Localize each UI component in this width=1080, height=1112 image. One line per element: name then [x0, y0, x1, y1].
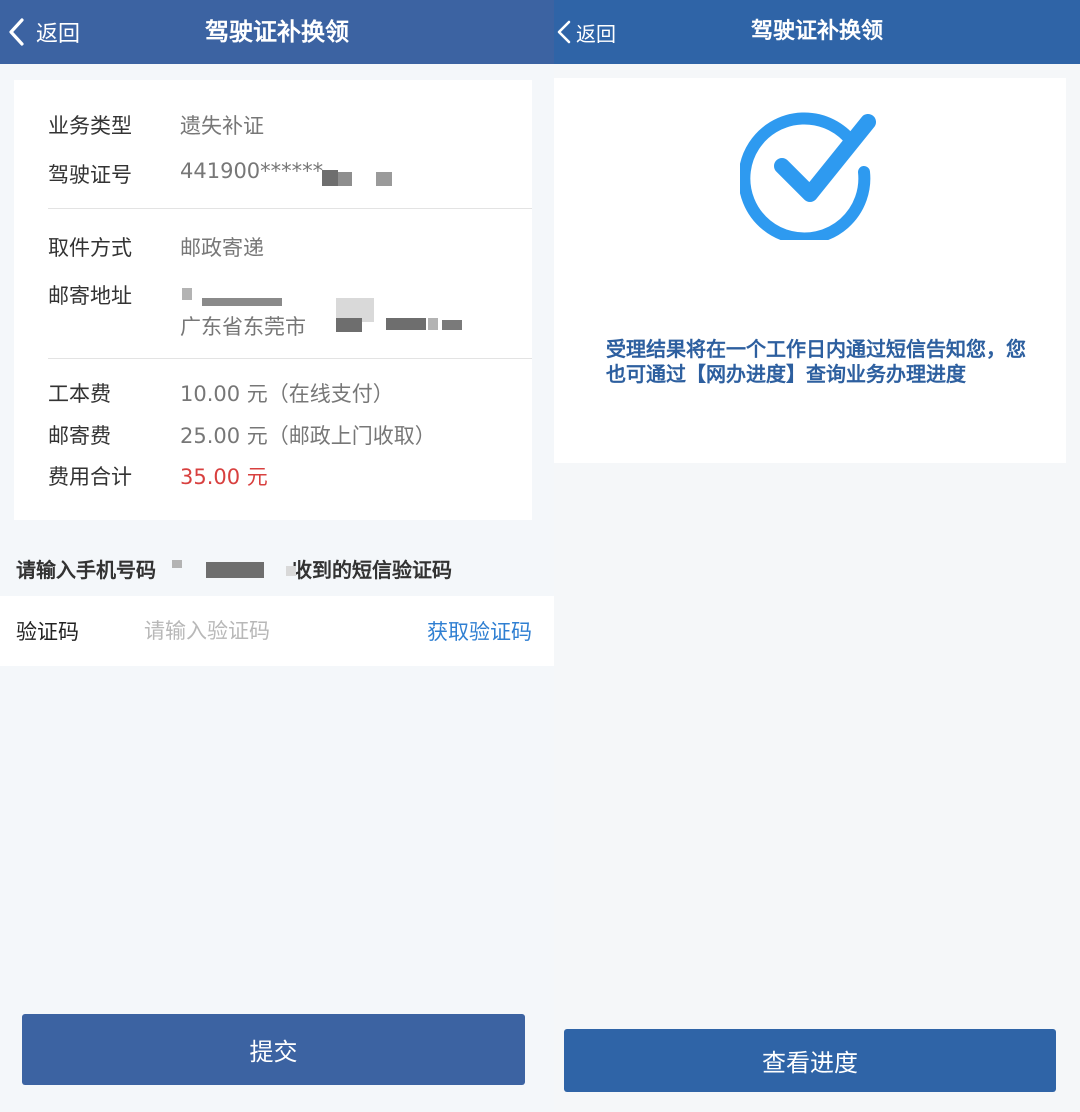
result-message: 受理结果将在一个工作日内通过短信告知您，您也可通过【网办进度】查询业务办理进度 — [606, 337, 1026, 386]
license-number-label: 驾驶证号 — [48, 163, 132, 187]
mailing-address-value: 广东省东莞市 — [180, 315, 306, 339]
submit-button[interactable]: 提交 — [22, 1014, 525, 1085]
business-type-label: 业务类型 — [48, 114, 132, 138]
redaction-mask — [202, 298, 282, 306]
mailing-address-row: 邮寄地址 — [48, 280, 180, 310]
success-screen: 返回 驾驶证补换领 受理结果将在一个工作日内通过短信告知您，您也可通过【网办进度… — [554, 0, 1080, 1112]
redaction-mask — [376, 172, 392, 186]
pickup-method-row: 取件方式 邮政寄递 — [48, 232, 264, 262]
mailing-address-label: 邮寄地址 — [48, 284, 132, 308]
page-title: 驾驶证补换领 — [205, 18, 349, 46]
redaction-mask — [428, 318, 438, 330]
total-fee-row: 费用合计 35.00 元 — [48, 461, 268, 491]
redaction-mask — [336, 318, 362, 332]
license-number-value: 441900****** — [180, 159, 324, 183]
pickup-method-label: 取件方式 — [48, 236, 132, 260]
nav-bar: 返回 驾驶证补换领 — [0, 0, 554, 64]
redaction-mask — [286, 566, 296, 576]
divider — [48, 208, 532, 209]
nav-bar: 返回 驾驶证补换领 — [554, 0, 1080, 64]
check-circle-icon — [738, 100, 880, 245]
postage-value: 25.00 元（邮政上门收取） — [180, 424, 436, 448]
postage-label: 邮寄费 — [48, 424, 111, 448]
divider — [48, 358, 532, 359]
redaction-mask — [338, 172, 352, 186]
verification-code-label: 验证码 — [16, 620, 79, 644]
verification-code-input[interactable] — [144, 619, 374, 643]
work-fee-value: 10.00 元（在线支付） — [180, 382, 394, 406]
business-type-row: 业务类型 遗失补证 — [48, 110, 264, 140]
page-title: 驾驶证补换领 — [750, 19, 883, 44]
business-type-value: 遗失补证 — [180, 114, 264, 138]
license-number-row: 驾驶证号 441900****** — [48, 159, 323, 189]
redaction-mask — [182, 288, 192, 300]
postage-row: 邮寄费 25.00 元（邮政上门收取） — [48, 420, 436, 450]
redaction-mask — [322, 170, 338, 186]
sms-hint-prefix: 请输入手机号码 — [16, 558, 156, 582]
view-progress-button[interactable]: 查看进度 — [564, 1029, 1056, 1092]
total-fee-label: 费用合计 — [48, 465, 132, 489]
redaction-mask — [172, 560, 182, 568]
redaction-mask — [386, 318, 426, 330]
total-fee-value: 35.00 元 — [180, 465, 268, 489]
redaction-mask — [442, 320, 462, 330]
work-fee-label: 工本费 — [48, 382, 111, 406]
success-card: 受理结果将在一个工作日内通过短信告知您，您也可通过【网办进度】查询业务办理进度 — [554, 78, 1066, 463]
mailing-address-line: 广东省东莞市 — [180, 311, 306, 341]
sms-hint-suffix: 收到的短信验证码 — [292, 558, 452, 582]
get-code-button[interactable]: 获取验证码 — [427, 616, 532, 646]
verification-code-row: 验证码 获取验证码 — [0, 596, 554, 666]
redaction-mask — [206, 562, 264, 578]
application-summary-card: 业务类型 遗失补证 驾驶证号 441900****** 取件方式 邮政寄递 邮寄… — [14, 80, 532, 520]
pickup-method-value: 邮政寄递 — [180, 236, 264, 260]
confirm-screen: 返回 驾驶证补换领 业务类型 遗失补证 驾驶证号 441900****** 取件… — [0, 0, 554, 1112]
work-fee-row: 工本费 10.00 元（在线支付） — [48, 378, 394, 408]
